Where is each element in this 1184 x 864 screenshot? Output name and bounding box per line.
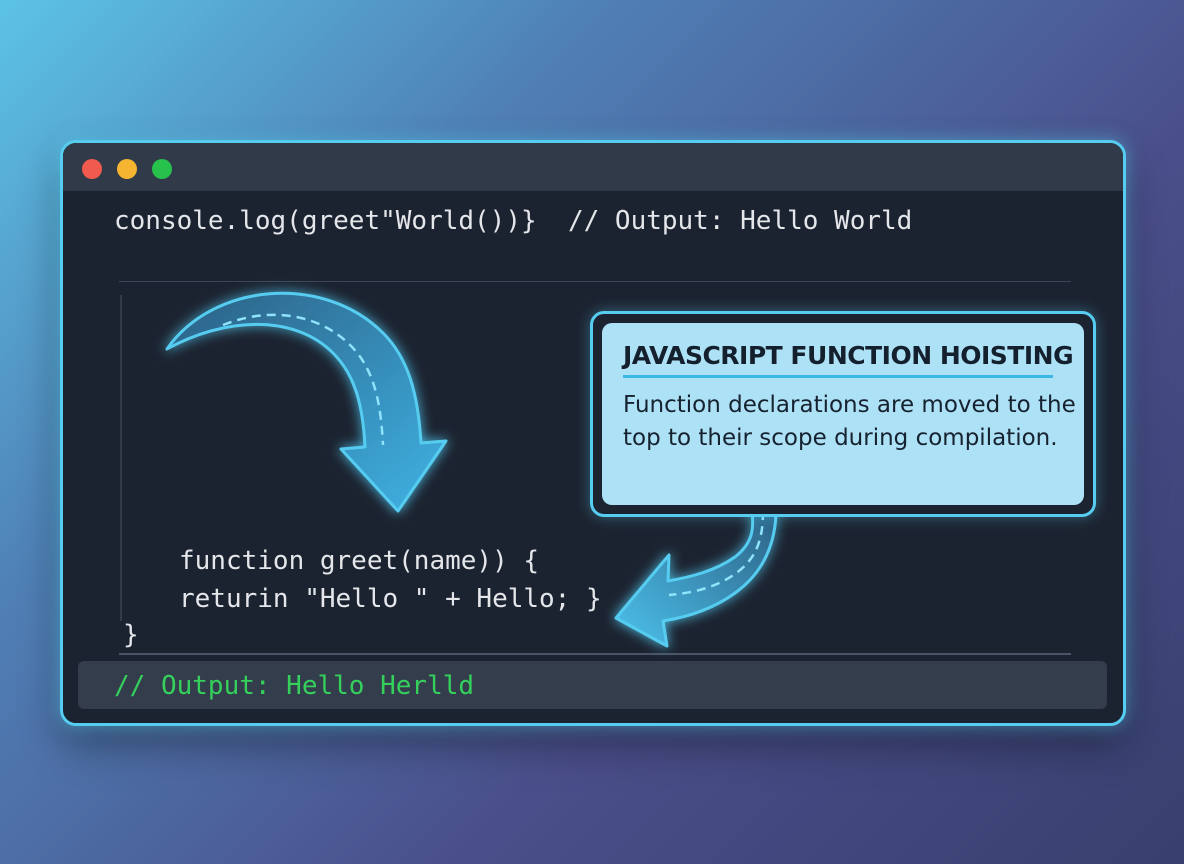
callout-panel: JAVASCRIPT FUNCTION HOISTING Function de… (602, 323, 1084, 505)
callout-title: JAVASCRIPT FUNCTION HOISTING (623, 341, 1074, 370)
hoisting-callout: JAVASCRIPT FUNCTION HOISTING Function de… (590, 311, 1096, 517)
curved-arrow-down-icon (165, 291, 448, 513)
callout-title-underline (623, 375, 1053, 378)
code-editor-window: console.log(greet"World())} // Output: H… (60, 140, 1126, 726)
callout-body: Function declarations are moved to the t… (623, 392, 1076, 451)
curved-arrow-left-icon (614, 503, 778, 648)
